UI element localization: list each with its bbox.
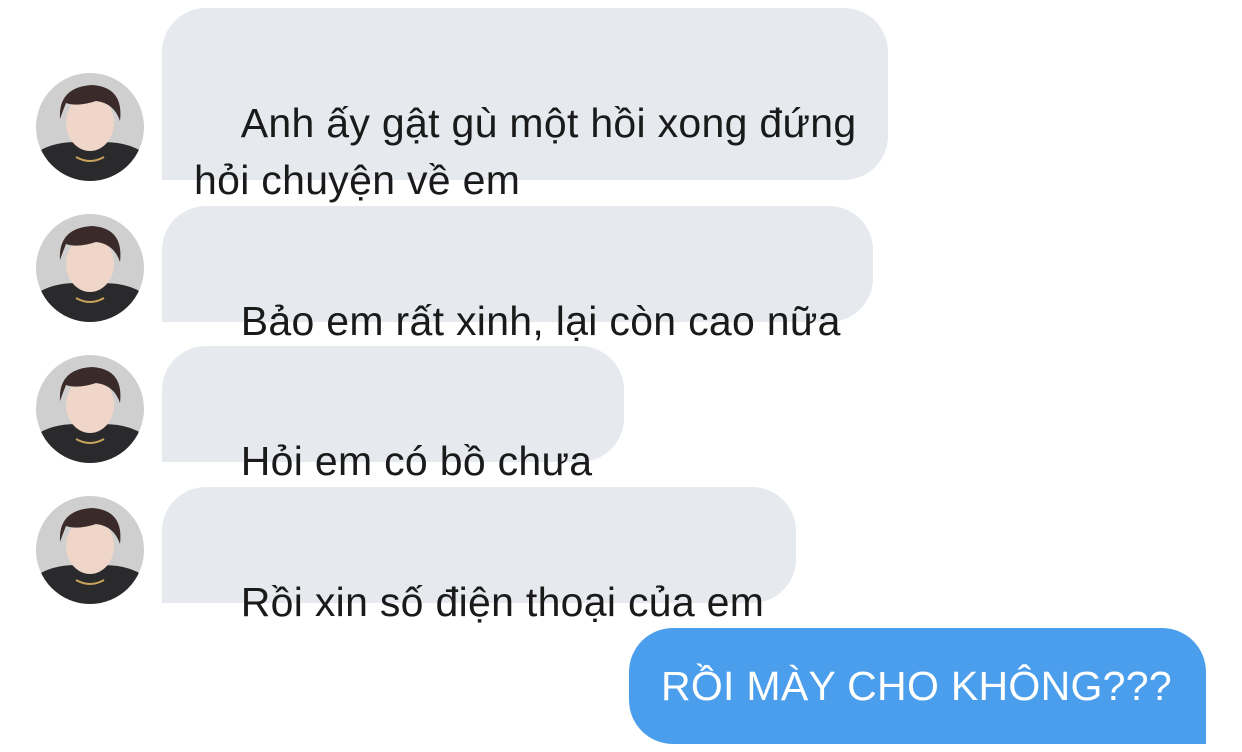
chat-thread: Anh ấy gật gù một hồi xong đứng hỏi chuy… <box>0 0 1242 752</box>
message-text: Anh ấy gật gù một hồi xong đứng hỏi chuy… <box>194 100 857 203</box>
incoming-message[interactable]: Hỏi em có bồ chưa <box>162 346 625 484</box>
avatar-icon[interactable] <box>36 73 144 181</box>
message-text: Bảo em rất xinh, lại còn cao nữa <box>240 298 841 344</box>
message-text: RỒI MÀY CHO KHÔNG??? <box>660 663 1172 709</box>
incoming-message[interactable]: Rồi xin số điện thoại của em <box>162 487 797 625</box>
avatar-icon[interactable] <box>36 355 144 463</box>
incoming-message[interactable]: Bảo em rất xinh, lại còn cao nữa <box>162 206 873 344</box>
incoming-message[interactable]: Anh ấy gật gù một hồi xong đứng hỏi chuy… <box>162 8 889 203</box>
avatar-icon[interactable] <box>36 214 144 322</box>
outgoing-message[interactable]: RỒI MÀY CHO KHÔNG??? <box>628 628 1206 744</box>
message-text: Rồi xin số điện thoại của em <box>240 579 765 625</box>
avatar-icon[interactable] <box>36 496 144 604</box>
message-text: Hỏi em có bồ chưa <box>240 438 593 484</box>
